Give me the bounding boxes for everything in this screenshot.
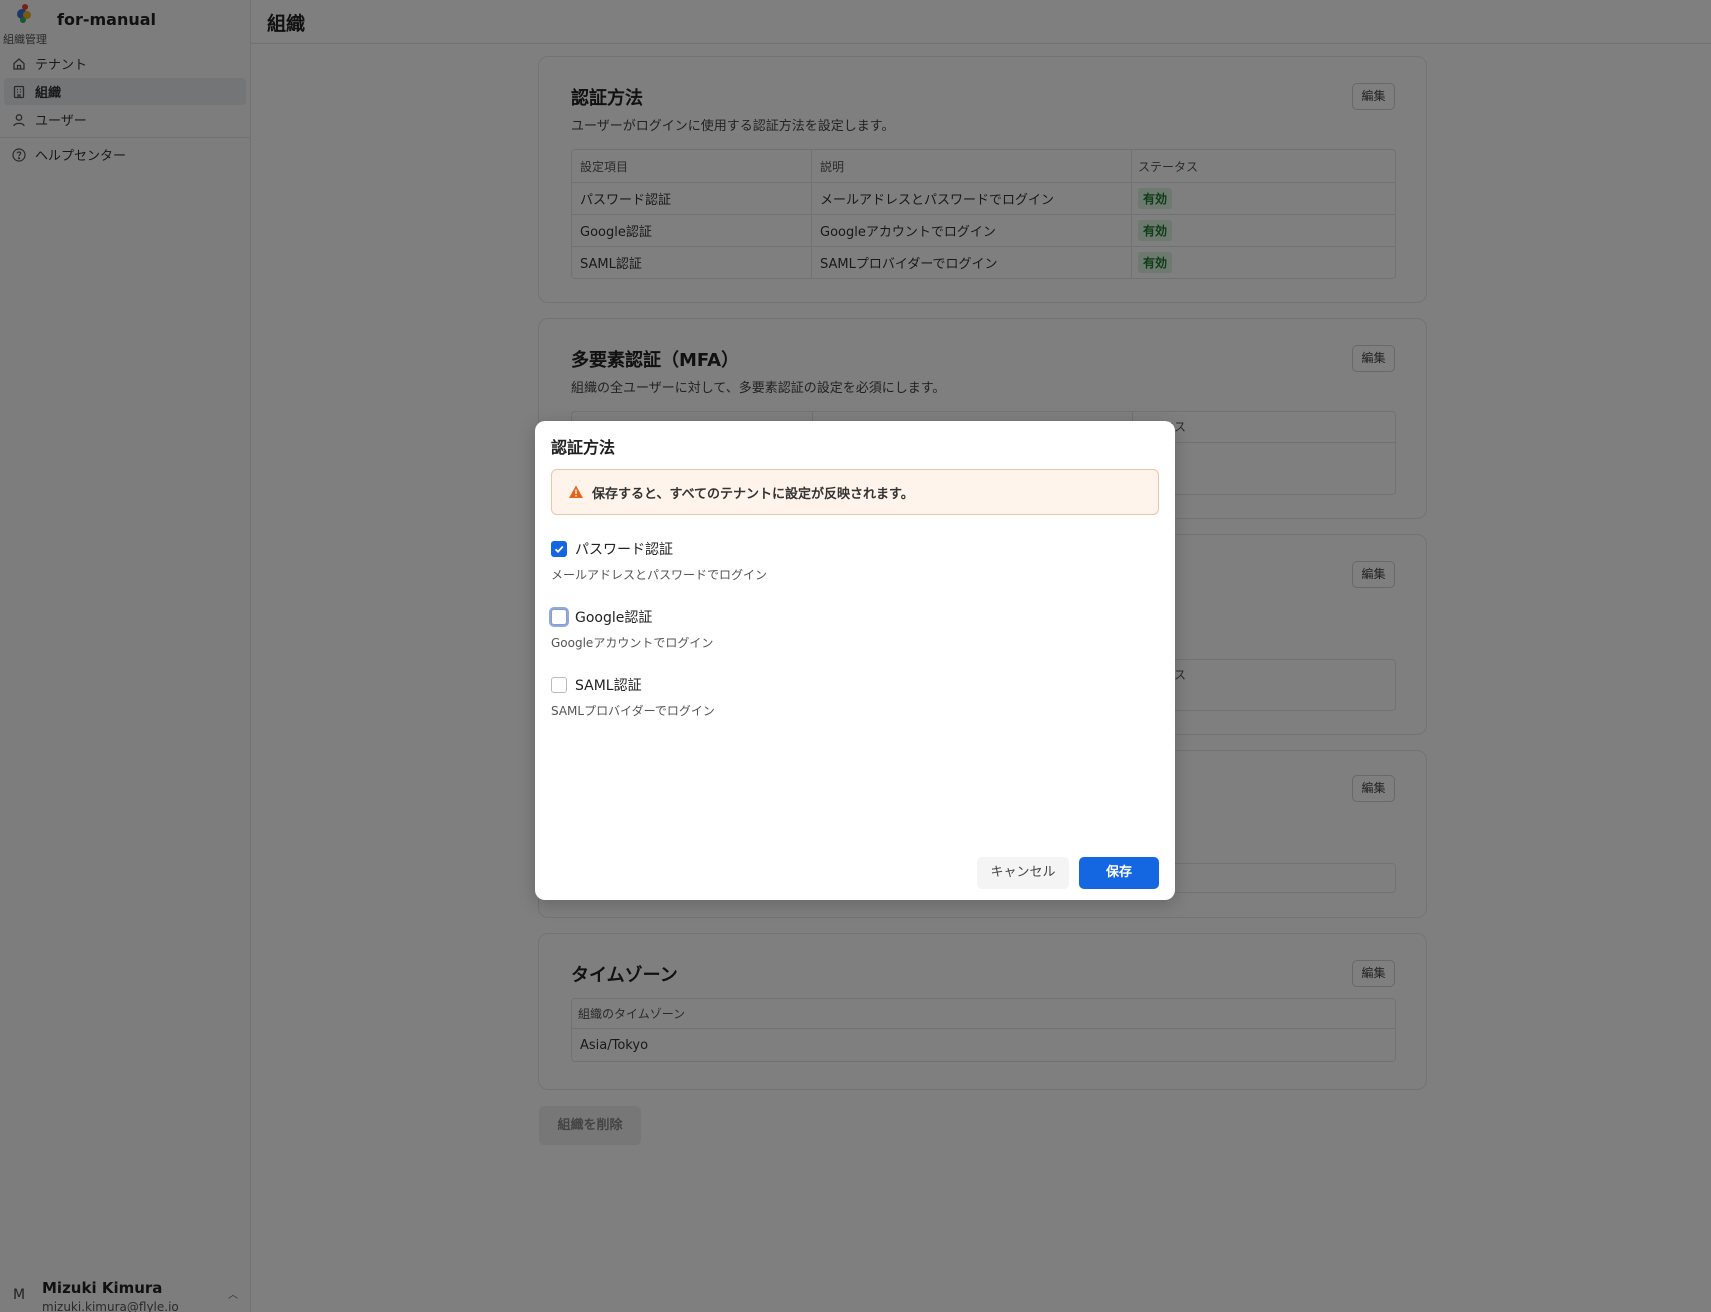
warning-text: 保存すると、すべてのテナントに設定が反映されます。 — [592, 486, 914, 502]
option-password: パスワード認証 メールアドレスとパスワードでログイン — [551, 539, 1151, 583]
option-google: Google認証 Googleアカウントでログイン — [551, 607, 1151, 651]
option-description: メールアドレスとパスワードでログイン — [551, 568, 768, 582]
cancel-button[interactable]: キャンセル — [977, 857, 1069, 889]
warning-banner: 保存すると、すべてのテナントに設定が反映されます。 — [551, 469, 1159, 515]
warning-icon — [568, 484, 584, 500]
password-auth-checkbox[interactable] — [551, 541, 567, 557]
option-description: SAMLプロバイダーでログイン — [551, 704, 715, 718]
auth-methods-dialog: 認証方法 保存すると、すべてのテナントに設定が反映されます。 パスワード認証 メ… — [535, 421, 1175, 900]
save-button[interactable]: 保存 — [1079, 857, 1159, 889]
option-label[interactable]: Google認証 — [575, 607, 652, 627]
saml-auth-checkbox[interactable] — [551, 677, 567, 693]
check-icon — [554, 545, 564, 553]
option-saml: SAML認証 SAMLプロバイダーでログイン — [551, 675, 1151, 719]
option-description: Googleアカウントでログイン — [551, 636, 714, 650]
dialog-title: 認証方法 — [551, 438, 616, 457]
option-label[interactable]: SAML認証 — [575, 675, 642, 695]
google-auth-checkbox[interactable] — [551, 609, 567, 625]
option-label[interactable]: パスワード認証 — [575, 539, 673, 559]
